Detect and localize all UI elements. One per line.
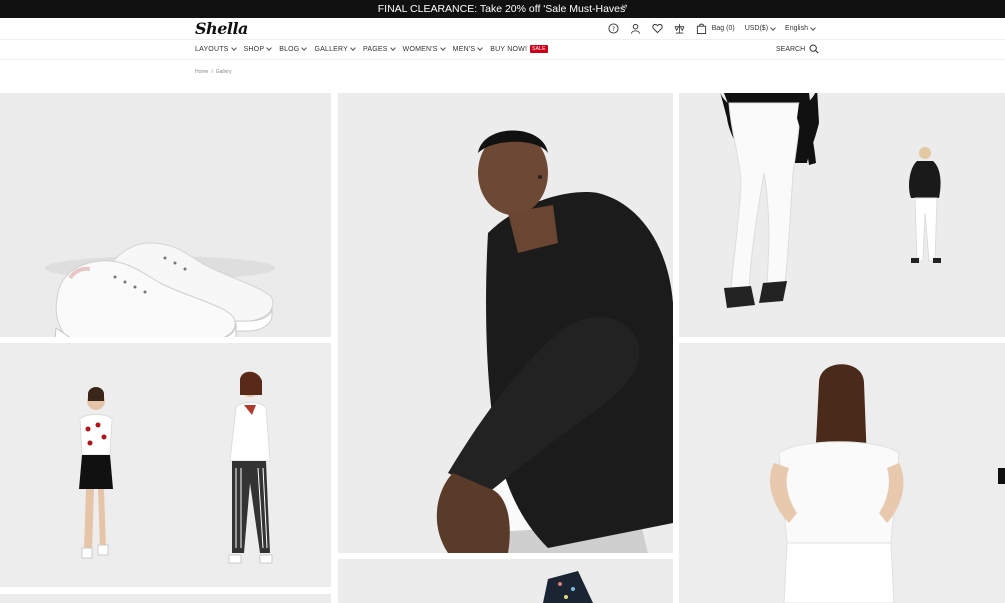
compare-icon[interactable] [674,22,686,34]
breadcrumb-separator: / [211,69,213,75]
chevron-down-icon [230,45,237,51]
currency-value: USD($) [744,24,769,32]
chevron-down-icon [770,24,776,31]
main-nav: LAYOUTS SHOP BLOG GALLERY PAGES WOMEN'S … [0,40,1005,60]
chevron-down-icon [439,45,446,51]
site-logo[interactable]: Shella [195,19,248,38]
wishlist-icon[interactable] [652,22,664,34]
language-select[interactable]: English [785,24,816,32]
nav-label: MEN'S [452,45,476,53]
search-button[interactable]: SEARCH [776,44,819,54]
nav-item-mens[interactable]: MEN'S [452,45,484,53]
nav-item-layouts[interactable]: LAYOUTS [195,45,237,53]
help-icon[interactable]: ? [608,22,620,34]
gallery-item-white-outfit[interactable] [679,343,1005,603]
nav-label: BLOG [279,45,300,53]
site-header: Shella ? Bag (0) USD($) English [0,18,1005,40]
nav-item-blog[interactable]: BLOG [279,45,308,53]
nav-item-gallery[interactable]: GALLERY [314,45,356,53]
nav-label: SHOP [243,45,265,53]
breadcrumb-current: Gallery [215,69,232,75]
nav-menu: LAYOUTS SHOP BLOG GALLERY PAGES WOMEN'S … [195,45,548,53]
bag-label: Bag (0) [711,24,735,32]
chevron-down-icon [810,24,816,31]
promo-close-icon[interactable]: × [621,2,627,13]
header-actions: ? Bag (0) USD($) English [608,22,816,34]
account-icon[interactable] [630,22,642,34]
currency-select[interactable]: USD($) [744,24,776,32]
nav-item-pages[interactable]: PAGES [363,45,396,53]
breadcrumb-home[interactable]: Home [195,69,208,75]
breadcrumb: Home / Gallery [195,69,232,75]
gallery-item-summer-looks[interactable] [0,343,331,587]
side-panel-toggle[interactable] [998,468,1005,484]
chevron-down-icon [266,45,273,51]
white-outfit-image [679,343,1005,603]
chevron-down-icon [389,45,396,51]
promo-text: FINAL CLEARANCE: Take 20% off 'Sale Must… [377,3,628,15]
sneakers-image [0,93,331,337]
denim-jacket-image [338,93,673,553]
svg-text:?: ? [612,24,615,32]
search-label: SEARCH [776,45,806,53]
bag-button[interactable]: Bag (0) [696,22,735,34]
nav-item-womens[interactable]: WOMEN'S [402,45,446,53]
chevron-down-icon [477,45,484,51]
bag-icon [696,22,708,34]
language-value: English [785,24,808,32]
chevron-down-icon [301,45,308,51]
summer-looks-image [0,343,331,587]
nav-item-shop[interactable]: SHOP [243,45,273,53]
nav-label: WOMEN'S [402,45,438,53]
nav-label: PAGES [363,45,388,53]
chevron-down-icon [350,45,356,51]
promo-bar: FINAL CLEARANCE: Take 20% off 'Sale Must… [0,0,1005,18]
white-jeans-image [679,93,1005,337]
gallery-item-more[interactable] [0,594,331,603]
search-icon [809,44,819,54]
nav-label: GALLERY [314,45,349,53]
sale-badge: SALE [530,45,548,53]
nav-label: BUY NOW! [490,45,528,53]
nav-item-buy-now[interactable]: BUY NOW! SALE [490,45,548,53]
nav-label: LAYOUTS [195,45,229,53]
gallery-item-denim-jacket[interactable] [338,93,673,553]
gallery-item-white-jeans[interactable] [679,93,1005,337]
gallery-item-sneakers[interactable] [0,93,331,337]
floral-bag-image [338,559,673,603]
gallery-item-floral-bag[interactable] [338,559,673,603]
